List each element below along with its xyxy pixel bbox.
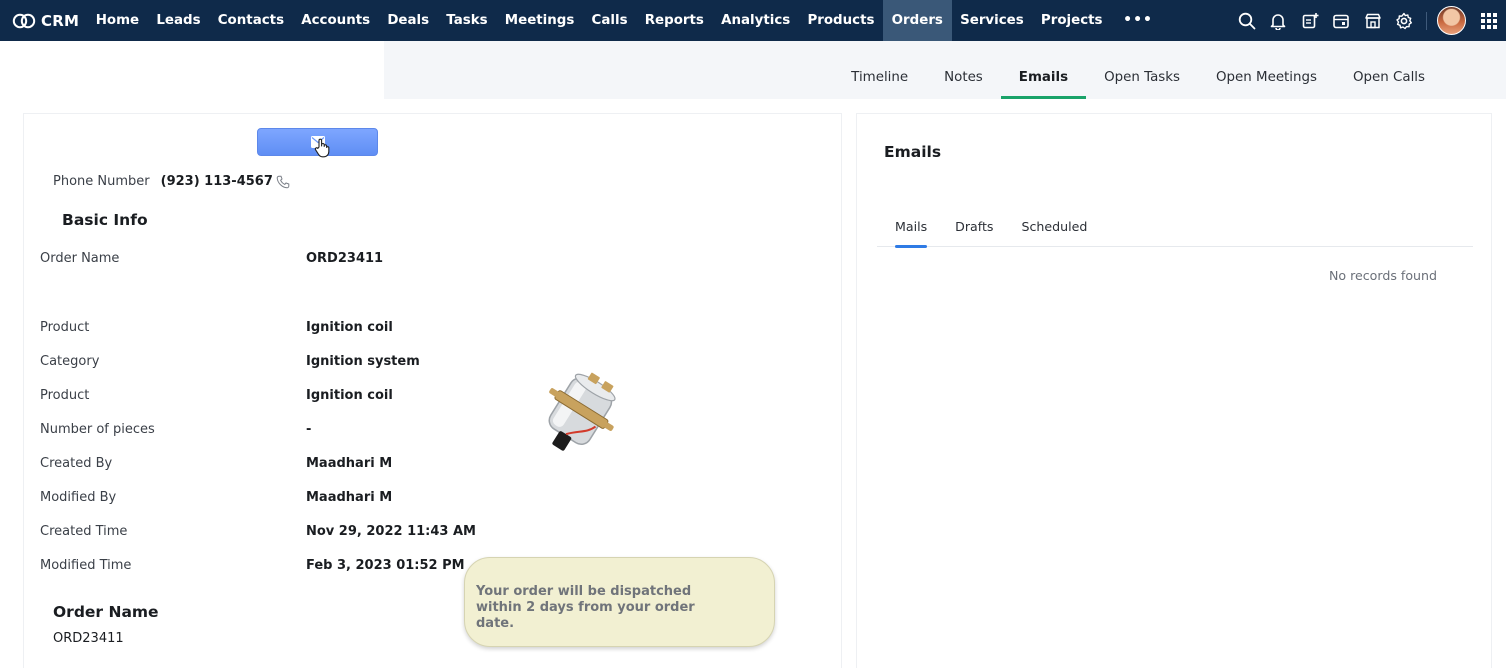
apps-grid-icon[interactable]: [1472, 0, 1506, 41]
field-value-category[interactable]: Ignition system: [306, 354, 420, 369]
order-name-section-value: ORD23411: [53, 631, 124, 646]
product-image-ignition-coil: [548, 372, 616, 451]
field-label-order-name: Order Name: [40, 251, 120, 266]
related-list-bar: Timeline Notes Emails Open Tasks Open Me…: [384, 41, 1506, 99]
nav-tab-calls[interactable]: Calls: [583, 0, 636, 41]
dispatch-info-tooltip: Your order will be dispatched within 2 d…: [464, 557, 775, 647]
crm-logo-icon: [12, 13, 36, 28]
more-modules-button[interactable]: •••: [1111, 0, 1165, 41]
empty-state-text: No records found: [1328, 268, 1437, 283]
calendar-icon[interactable]: [1326, 0, 1358, 41]
nav-tab-orders[interactable]: Orders: [883, 0, 952, 41]
field-label-modified-time: Modified Time: [40, 558, 132, 573]
field-value-created-time[interactable]: Nov 29, 2022 11:43 AM: [306, 524, 476, 539]
nav-tab-accounts[interactable]: Accounts: [293, 0, 379, 41]
nav-tab-meetings[interactable]: Meetings: [496, 0, 583, 41]
nav-tab-leads[interactable]: Leads: [148, 0, 209, 41]
field-label-product: Product: [40, 320, 90, 335]
tab-notes[interactable]: Notes: [926, 41, 1001, 99]
field-value-modified-by[interactable]: Maadhari M: [306, 490, 392, 505]
tab-drafts[interactable]: Drafts: [937, 219, 1003, 247]
phone-icon[interactable]: [276, 175, 290, 189]
phone-number-label: Phone Number: [53, 174, 150, 189]
field-value-modified-time[interactable]: Feb 3, 2023 01:52 PM: [306, 558, 465, 573]
nav-tab-products[interactable]: Products: [799, 0, 883, 41]
tab-emails[interactable]: Emails: [1000, 41, 1087, 99]
field-label-created-by: Created By: [40, 456, 113, 471]
tab-timeline[interactable]: Timeline: [833, 41, 926, 99]
create-note-icon[interactable]: [1294, 0, 1326, 41]
order-detail-panel: Phone Number (923) 113-4567 Basic Info O…: [23, 113, 842, 668]
field-label-product-2: Product: [40, 388, 90, 403]
store-icon[interactable]: [1357, 0, 1389, 41]
nav-tab-home[interactable]: Home: [87, 0, 148, 41]
tab-mails[interactable]: Mails: [877, 219, 937, 248]
phone-number-row: Phone Number (923) 113-4567: [53, 174, 290, 189]
field-label-created-time: Created Time: [40, 524, 128, 539]
nav-tab-deals[interactable]: Deals: [379, 0, 438, 41]
mail-tabs: Mails Drafts Scheduled: [877, 219, 1473, 248]
nav-tab-contacts[interactable]: Contacts: [209, 0, 293, 41]
field-label-modified-by: Modified By: [40, 490, 117, 505]
bell-icon[interactable]: [1263, 0, 1295, 41]
top-navigation-bar: CRM Home Leads Contacts Accounts Deals T…: [0, 0, 1506, 41]
top-right-actions: [1231, 0, 1506, 41]
field-label-number-of-pieces: Number of pieces: [40, 422, 155, 437]
toolbar-divider: [1426, 11, 1427, 30]
nav-tab-services[interactable]: Services: [952, 0, 1033, 41]
avatar[interactable]: [1437, 6, 1466, 35]
brand-home-link[interactable]: CRM: [0, 0, 87, 41]
tab-scheduled[interactable]: Scheduled: [1003, 219, 1097, 247]
nav-tab-analytics[interactable]: Analytics: [713, 0, 799, 41]
gear-icon[interactable]: [1389, 0, 1421, 41]
field-value-order-name[interactable]: ORD23411: [306, 251, 383, 266]
brand-name: CRM: [41, 11, 80, 30]
module-tabs: Home Leads Contacts Accounts Deals Tasks…: [87, 0, 1165, 41]
basic-info-title: Basic Info: [62, 211, 148, 229]
related-list-tabs: Timeline Notes Emails Open Tasks Open Me…: [833, 41, 1443, 99]
tab-open-calls[interactable]: Open Calls: [1335, 41, 1443, 99]
emails-panel-title: Emails: [884, 143, 942, 161]
emails-panel: Emails Mails Drafts Scheduled No records…: [856, 113, 1492, 668]
nav-tab-projects[interactable]: Projects: [1032, 0, 1111, 41]
search-icon[interactable]: [1231, 0, 1263, 41]
nav-tab-tasks[interactable]: Tasks: [438, 0, 496, 41]
tab-open-meetings[interactable]: Open Meetings: [1198, 41, 1335, 99]
order-name-section-title: Order Name: [53, 603, 159, 621]
nav-tab-reports[interactable]: Reports: [636, 0, 712, 41]
hand-cursor-icon: [314, 138, 330, 158]
field-value-created-by[interactable]: Maadhari M: [306, 456, 392, 471]
tab-open-tasks[interactable]: Open Tasks: [1086, 41, 1198, 99]
phone-number-value[interactable]: (923) 113-4567: [161, 174, 273, 189]
field-value-product[interactable]: Ignition coil: [306, 320, 393, 335]
field-label-category: Category: [40, 354, 100, 369]
field-value-number-of-pieces[interactable]: -: [306, 422, 311, 437]
field-value-product-2[interactable]: Ignition coil: [306, 388, 393, 403]
